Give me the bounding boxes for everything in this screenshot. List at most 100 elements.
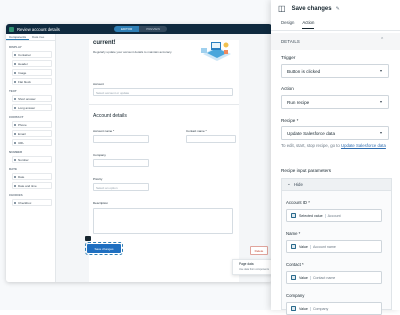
action-value: Run recipe — [287, 100, 310, 105]
account-name-field[interactable] — [93, 135, 149, 143]
page-data-subtitle: Use data from components — [239, 268, 270, 271]
param-input[interactable]: Value Account name — [286, 240, 382, 253]
editor-title: Review account details — [17, 26, 60, 32]
account-name-label: Account name * — [93, 129, 115, 133]
component-label: Date and time — [18, 183, 37, 188]
params-toggle-bar[interactable]: ⌄ Hide — [282, 179, 391, 191]
tab-components[interactable]: Components — [6, 34, 30, 40]
section-heading: DISPLAY — [9, 45, 22, 49]
company-label: Company — [93, 153, 106, 157]
component-label: Image — [18, 70, 27, 75]
component-label: Number — [18, 157, 29, 162]
component-item[interactable]: Header — [12, 60, 52, 67]
pill-kind: Value — [299, 275, 308, 280]
component-item[interactable]: Image — [12, 69, 52, 76]
datapill-icon — [291, 275, 296, 280]
component-item[interactable]: Checkbox — [12, 199, 52, 206]
component-icon — [14, 107, 16, 109]
priority-select[interactable]: Select an option — [93, 183, 149, 191]
description-field[interactable] — [93, 208, 233, 234]
data-pill[interactable]: Selected value Account — [291, 212, 341, 220]
page-editor-window: Review account details EDITOR PREVIEW Co… — [6, 24, 272, 282]
save-changes-button[interactable]: Save changes — [85, 242, 123, 255]
component-item[interactable]: Email — [12, 130, 52, 137]
contact-name-field[interactable] — [186, 135, 236, 143]
details-section-header[interactable]: DETAILS ⌃ — [271, 33, 400, 50]
pill-kind: Selected value — [299, 213, 323, 218]
tab-design[interactable]: Design — [281, 20, 294, 29]
recipe-label: Recipe * — [281, 118, 299, 123]
sidebar-tabs: Components Data tree — [6, 34, 55, 41]
mode-toggle[interactable]: EDITOR PREVIEW — [114, 26, 168, 32]
component-icon — [14, 202, 16, 204]
data-pill[interactable]: Value Contact name — [291, 274, 335, 282]
dropdown-arrow-icon: ▾ — [379, 130, 382, 135]
param-label: Account ID * — [286, 200, 310, 205]
divider — [89, 104, 239, 105]
component-item[interactable]: Phone — [12, 121, 52, 128]
back-icon[interactable] — [9, 26, 14, 32]
param-label: Name * — [286, 231, 301, 236]
data-pill[interactable]: Value Company — [291, 305, 328, 313]
component-item[interactable]: Date — [12, 173, 52, 180]
button-component-icon: ◫ — [278, 4, 286, 13]
panel-title: Save changes — [291, 5, 332, 12]
panel-header: ◫ Save changes ✎ — [278, 4, 340, 13]
component-icon — [14, 124, 16, 126]
component-item[interactable]: Container — [12, 51, 52, 58]
component-item[interactable]: URL — [12, 139, 52, 146]
component-icon — [14, 159, 16, 161]
param-label: Contact * — [286, 262, 304, 267]
component-item[interactable]: Flat block — [12, 78, 52, 85]
component-icon — [14, 185, 16, 187]
tab-editor[interactable]: EDITOR — [114, 26, 140, 32]
recipe-value: Update Salesforce data — [287, 131, 336, 136]
action-select[interactable]: Run recipe ▾ — [281, 95, 389, 109]
dropdown-arrow-icon: ▾ — [379, 99, 382, 104]
component-label: Phone — [18, 122, 27, 127]
recipe-params-box: ⌄ Hide Account ID * Selected value Account… — [281, 178, 392, 315]
priority-label: Priority — [93, 177, 103, 181]
tab-action[interactable]: Action — [302, 20, 315, 29]
section-heading: CONTACT — [9, 115, 24, 119]
app-background: Review account details EDITOR PREVIEW Co… — [0, 0, 400, 315]
chevron-down-icon[interactable]: ⌄ — [287, 181, 291, 187]
param-input[interactable]: Selected value Account — [286, 209, 382, 222]
section-heading: NUMBER — [9, 150, 23, 154]
hero-illustration — [201, 42, 231, 61]
param-input[interactable]: Value Company — [286, 302, 382, 315]
param-label: Company — [286, 293, 305, 298]
section-heading: CHOICES — [9, 193, 23, 197]
component-list: DISPLAY Container Header Image Flat block TEX… — [6, 45, 55, 206]
tab-preview[interactable]: PREVIEW — [139, 26, 168, 32]
delete-button[interactable]: Delete — [250, 246, 268, 255]
trigger-value: Button is clicked — [287, 69, 321, 74]
component-label: Container — [18, 52, 32, 57]
description-label: Description — [93, 201, 109, 205]
data-pill[interactable]: Value Account name — [291, 243, 336, 251]
component-label: Checkbox — [18, 200, 32, 205]
company-field[interactable] — [93, 159, 149, 167]
component-item[interactable]: Long answer — [12, 104, 52, 111]
properties-panel: ◫ Save changes ✎ Design Action DETAILS ⌃… — [271, 0, 400, 315]
datapill-icon — [291, 213, 296, 218]
trigger-select[interactable]: Button is clicked ▾ — [281, 64, 389, 78]
trigger-label: Trigger — [281, 55, 296, 60]
component-icon — [14, 63, 16, 65]
details-heading: DETAILS — [281, 39, 300, 44]
component-label: Long answer — [18, 105, 36, 110]
component-item[interactable]: Number — [12, 156, 52, 163]
component-item[interactable]: Short answer — [12, 95, 52, 102]
datapill-icon — [291, 306, 296, 311]
recipe-link[interactable]: Update Salesforce data — [341, 143, 386, 148]
datapill-icon — [291, 244, 296, 249]
param-input[interactable]: Value Contact name — [286, 271, 382, 284]
account-select[interactable]: Select account or update — [93, 88, 233, 96]
component-item[interactable]: Date and time — [12, 182, 52, 189]
account-label: Account — [93, 82, 104, 86]
recipe-select[interactable]: Update Salesforce data ▾ — [281, 126, 389, 140]
tab-data-tree[interactable]: Data tree — [29, 34, 47, 40]
component-label: Email — [18, 131, 26, 136]
edit-pencil-icon[interactable]: ✎ — [336, 6, 340, 12]
chevron-up-icon[interactable]: ⌃ — [380, 37, 384, 43]
